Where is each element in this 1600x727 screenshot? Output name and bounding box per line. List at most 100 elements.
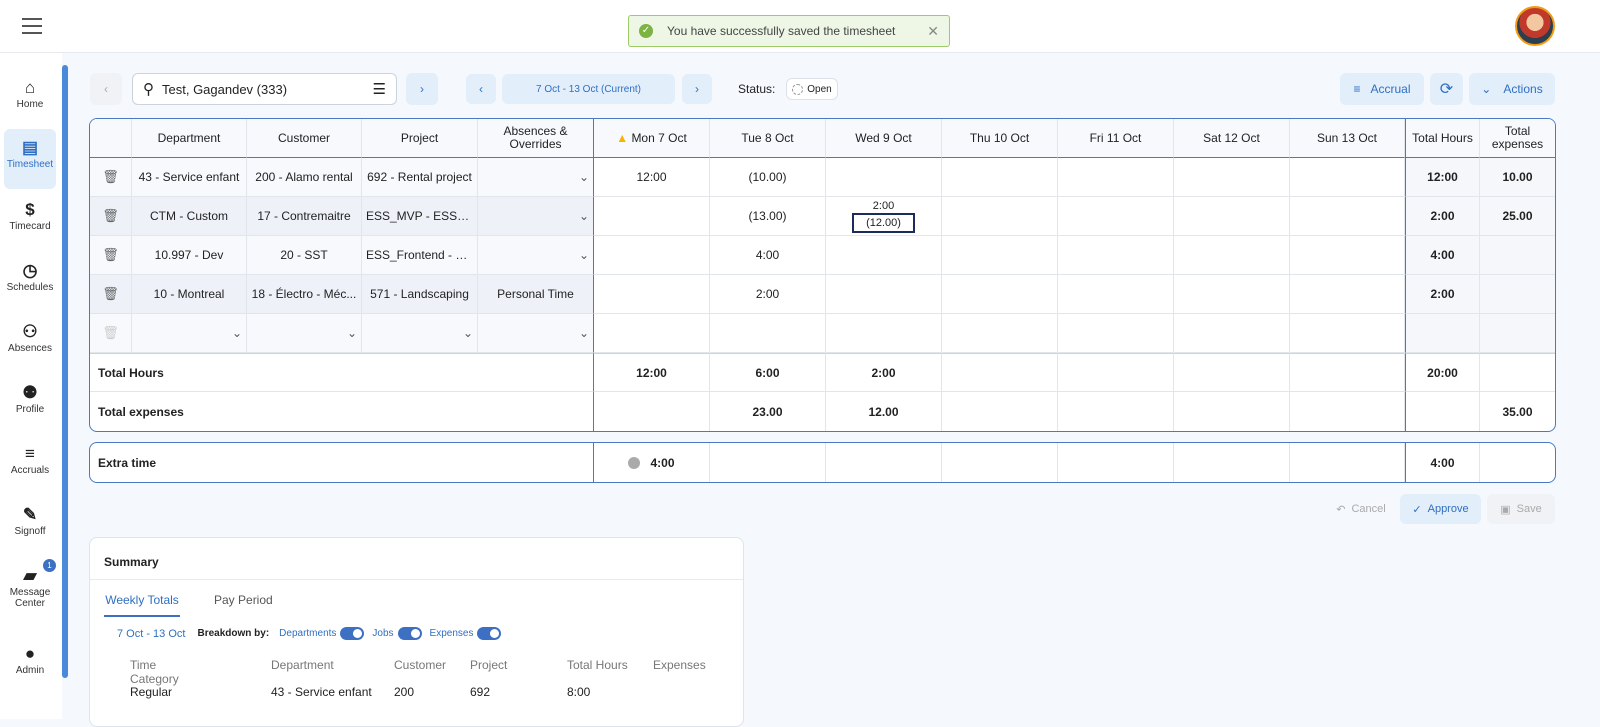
chevron-down-icon[interactable]: ⌄ <box>579 248 589 262</box>
day-cell[interactable] <box>594 275 710 314</box>
previous-employee-button[interactable]: ‹ <box>90 73 122 105</box>
refresh-button[interactable]: ⟳ <box>1430 73 1463 105</box>
previous-period-button[interactable]: ‹ <box>466 74 496 104</box>
scrollbar[interactable] <box>62 65 68 678</box>
chevron-down-icon[interactable]: ⌄ <box>232 326 242 340</box>
day-cell[interactable] <box>1174 158 1290 197</box>
sidebar-item-timesheet[interactable]: ▤ Timesheet <box>4 129 56 189</box>
total-expenses-cell <box>1174 392 1290 431</box>
department-select[interactable]: ⌄ <box>132 314 247 353</box>
chevron-down-icon[interactable]: ⌄ <box>579 326 589 340</box>
absence-select[interactable]: ⌄ <box>478 314 594 353</box>
day-cell[interactable] <box>594 236 710 275</box>
project-select[interactable]: ⌄ <box>362 314 478 353</box>
day-cell[interactable] <box>1058 158 1174 197</box>
project-cell[interactable]: ESS_MVP - ESS_... <box>362 197 478 236</box>
absence-cell[interactable]: Personal Time <box>478 275 594 314</box>
day-cell[interactable] <box>1290 236 1405 275</box>
chevron-down-icon[interactable]: ⌄ <box>579 209 589 223</box>
day-cell[interactable] <box>710 314 826 353</box>
customer-select[interactable]: ⌄ <box>247 314 362 353</box>
absence-cell[interactable]: ⌄ <box>478 158 594 197</box>
day-cell[interactable]: (13.00) <box>710 197 826 236</box>
sidebar-item-accruals[interactable]: ≡ Accruals <box>4 443 56 476</box>
period-selector[interactable]: 7 Oct - 13 Oct (Current) <box>502 74 675 104</box>
customer-cell[interactable]: 200 - Alamo rental <box>247 158 362 197</box>
day-cell[interactable] <box>1058 275 1174 314</box>
day-cell[interactable] <box>1174 197 1290 236</box>
day-cell[interactable]: 4:00 <box>710 236 826 275</box>
approve-button[interactable]: ✓ Approve <box>1400 494 1481 524</box>
day-cell[interactable] <box>594 314 710 353</box>
accrual-button[interactable]: ≡ Accrual <box>1340 73 1424 105</box>
day-cell[interactable] <box>826 158 942 197</box>
delete-button[interactable]: 🗑 <box>90 197 132 236</box>
day-cell[interactable] <box>1174 314 1290 353</box>
save-button[interactable]: ▣ Save <box>1487 494 1555 524</box>
sidebar-item-message-center[interactable]: ▰ 1 Message Center <box>4 559 56 609</box>
day-cell[interactable] <box>1290 197 1405 236</box>
customer-cell[interactable]: 18 - Électro - Méc... <box>247 275 362 314</box>
delete-button[interactable]: 🗑 <box>90 158 132 197</box>
day-cell[interactable]: (10.00) <box>710 158 826 197</box>
sidebar-item-timecard[interactable]: $ Timecard <box>4 199 56 232</box>
day-cell[interactable]: 2:00 (12.00) <box>826 197 942 236</box>
day-cell[interactable] <box>1058 314 1174 353</box>
delete-button[interactable]: 🗑 <box>90 236 132 275</box>
tab-weekly-totals[interactable]: Weekly Totals <box>104 593 180 617</box>
customer-cell[interactable]: 20 - SST <box>247 236 362 275</box>
tab-pay-period[interactable]: Pay Period <box>214 593 273 607</box>
chevron-down-icon[interactable]: ⌄ <box>463 326 473 340</box>
day-cell[interactable] <box>826 314 942 353</box>
absence-cell[interactable]: ⌄ <box>478 197 594 236</box>
day-cell[interactable] <box>942 275 1058 314</box>
department-cell[interactable]: 10 - Montreal <box>132 275 247 314</box>
sidebar-item-absences[interactable]: ⚇ Absences <box>4 321 56 354</box>
close-icon[interactable]: ✕ <box>927 23 939 40</box>
department-cell[interactable]: CTM - Custom <box>132 197 247 236</box>
chevron-down-icon[interactable]: ⌄ <box>579 170 589 184</box>
jobs-toggle[interactable] <box>397 627 422 640</box>
chevron-down-icon[interactable]: ⌄ <box>347 326 357 340</box>
day-cell[interactable] <box>942 197 1058 236</box>
menu-icon[interactable] <box>22 18 42 34</box>
day-cell[interactable] <box>1290 314 1405 353</box>
sidebar-item-profile[interactable]: ⚉ Profile <box>4 382 56 415</box>
employee-search[interactable]: ⚲ Test, Gagandev (333) ☰ <box>132 73 397 105</box>
next-employee-button[interactable]: › <box>406 73 438 105</box>
day-cell[interactable] <box>594 197 710 236</box>
selected-expense-value[interactable]: (12.00) <box>852 213 915 233</box>
day-cell[interactable] <box>942 158 1058 197</box>
day-cell[interactable] <box>826 275 942 314</box>
sidebar-item-admin[interactable]: ● Admin <box>4 643 56 676</box>
day-cell[interactable] <box>942 314 1058 353</box>
day-cell[interactable] <box>1290 158 1405 197</box>
project-cell[interactable]: ESS_Frontend - ES... <box>362 236 478 275</box>
sidebar-item-schedules[interactable]: ◷ Schedules <box>4 260 56 293</box>
day-cell[interactable] <box>1174 236 1290 275</box>
day-cell[interactable] <box>826 236 942 275</box>
cancel-button[interactable]: ↶ Cancel <box>1328 494 1394 524</box>
actions-button[interactable]: ⌄ Actions <box>1469 73 1555 105</box>
next-period-button[interactable]: › <box>682 74 712 104</box>
day-cell[interactable]: 12:00 <box>594 158 710 197</box>
absence-cell[interactable]: ⌄ <box>478 236 594 275</box>
expenses-toggle[interactable] <box>477 627 502 640</box>
departments-toggle[interactable] <box>340 627 365 640</box>
day-cell[interactable] <box>1058 236 1174 275</box>
project-cell[interactable]: 571 - Landscaping <box>362 275 478 314</box>
department-cell[interactable]: 10.997 - Dev <box>132 236 247 275</box>
day-cell[interactable] <box>1290 275 1405 314</box>
day-cell[interactable] <box>942 236 1058 275</box>
day-cell[interactable]: 2:00 <box>710 275 826 314</box>
day-cell[interactable] <box>1174 275 1290 314</box>
day-cell[interactable] <box>1058 197 1174 236</box>
project-cell[interactable]: 692 - Rental project <box>362 158 478 197</box>
filter-icon[interactable]: ☰ <box>373 80 386 98</box>
department-cell[interactable]: 43 - Service enfant <box>132 158 247 197</box>
delete-button[interactable]: 🗑 <box>90 275 132 314</box>
sidebar-item-signoff[interactable]: ✎ Signoff <box>4 504 56 537</box>
avatar[interactable] <box>1515 6 1555 46</box>
sidebar-item-home[interactable]: ⌂ Home <box>4 77 56 110</box>
customer-cell[interactable]: 17 - Contremaitre <box>247 197 362 236</box>
